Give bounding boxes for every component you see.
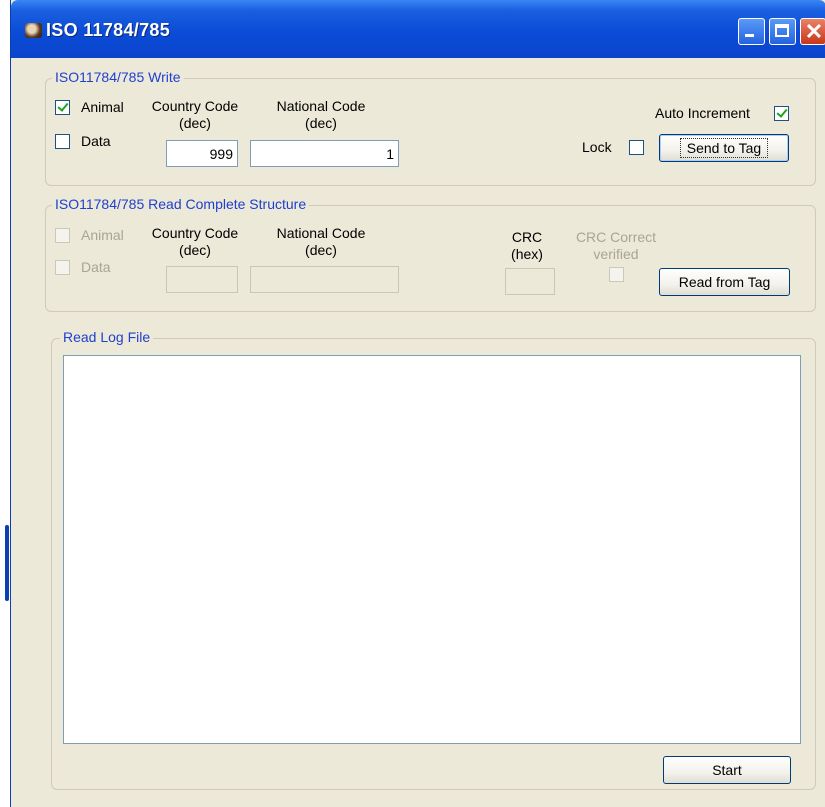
read-country-code-field <box>166 266 238 293</box>
log-group-legend: Read Log File <box>60 329 154 345</box>
crc-label: CRC (hex) <box>511 229 543 262</box>
read-national-code-field <box>250 266 399 293</box>
start-button[interactable]: Start <box>663 756 791 784</box>
read-animal-label: Animal <box>81 227 124 243</box>
close-icon: ✕ <box>804 19 824 44</box>
window-title: ISO 11784/785 <box>46 20 171 40</box>
read-national-code-label: National Code (dec) <box>276 225 366 258</box>
national-code-input[interactable]: 1 <box>250 140 399 167</box>
maximize-button[interactable] <box>769 18 796 45</box>
lock-checkbox[interactable] <box>629 140 644 155</box>
read-country-code-label: Country Code (dec) <box>151 225 239 258</box>
auto-increment-label: Auto Increment <box>655 105 750 121</box>
lock-label: Lock <box>582 139 612 155</box>
send-to-tag-button[interactable]: Send to Tag <box>659 134 789 162</box>
write-group-legend: ISO11784/785 Write <box>52 69 184 85</box>
read-group-legend: ISO11784/785 Read Complete Structure <box>52 196 310 212</box>
close-button[interactable]: ✕ <box>800 18 825 45</box>
crc-field <box>505 268 555 295</box>
crc-correct-checkbox <box>609 267 624 282</box>
read-animal-checkbox <box>55 228 70 243</box>
minimize-button[interactable] <box>738 18 765 45</box>
write-data-checkbox[interactable] <box>55 134 70 149</box>
application-window: ISO 11784/785 ✕ ISO11784/785 Write Anima… <box>10 0 825 807</box>
minimize-icon <box>745 34 754 37</box>
read-from-tag-button[interactable]: Read from Tag <box>659 268 790 296</box>
app-icon[interactable] <box>25 23 42 38</box>
write-animal-checkbox[interactable] <box>55 100 70 115</box>
auto-increment-checkbox[interactable] <box>774 106 789 121</box>
crc-correct-label: CRC Correct verified <box>575 229 657 262</box>
maximize-icon <box>775 24 789 37</box>
desktop-edge-fragment <box>5 525 9 601</box>
write-group: ISO11784/785 Write <box>45 69 816 186</box>
country-code-input[interactable]: 999 <box>166 140 238 167</box>
read-data-label: Data <box>81 259 111 275</box>
write-animal-label: Animal <box>81 99 124 115</box>
write-data-label: Data <box>81 133 111 149</box>
send-to-tag-label: Send to Tag <box>679 138 769 158</box>
read-data-checkbox <box>55 260 70 275</box>
write-national-code-label: National Code (dec) <box>276 98 366 131</box>
title-bar[interactable]: ISO 11784/785 ✕ <box>11 0 825 58</box>
write-country-code-label: Country Code (dec) <box>151 98 239 131</box>
read-log-textarea[interactable] <box>63 355 801 744</box>
